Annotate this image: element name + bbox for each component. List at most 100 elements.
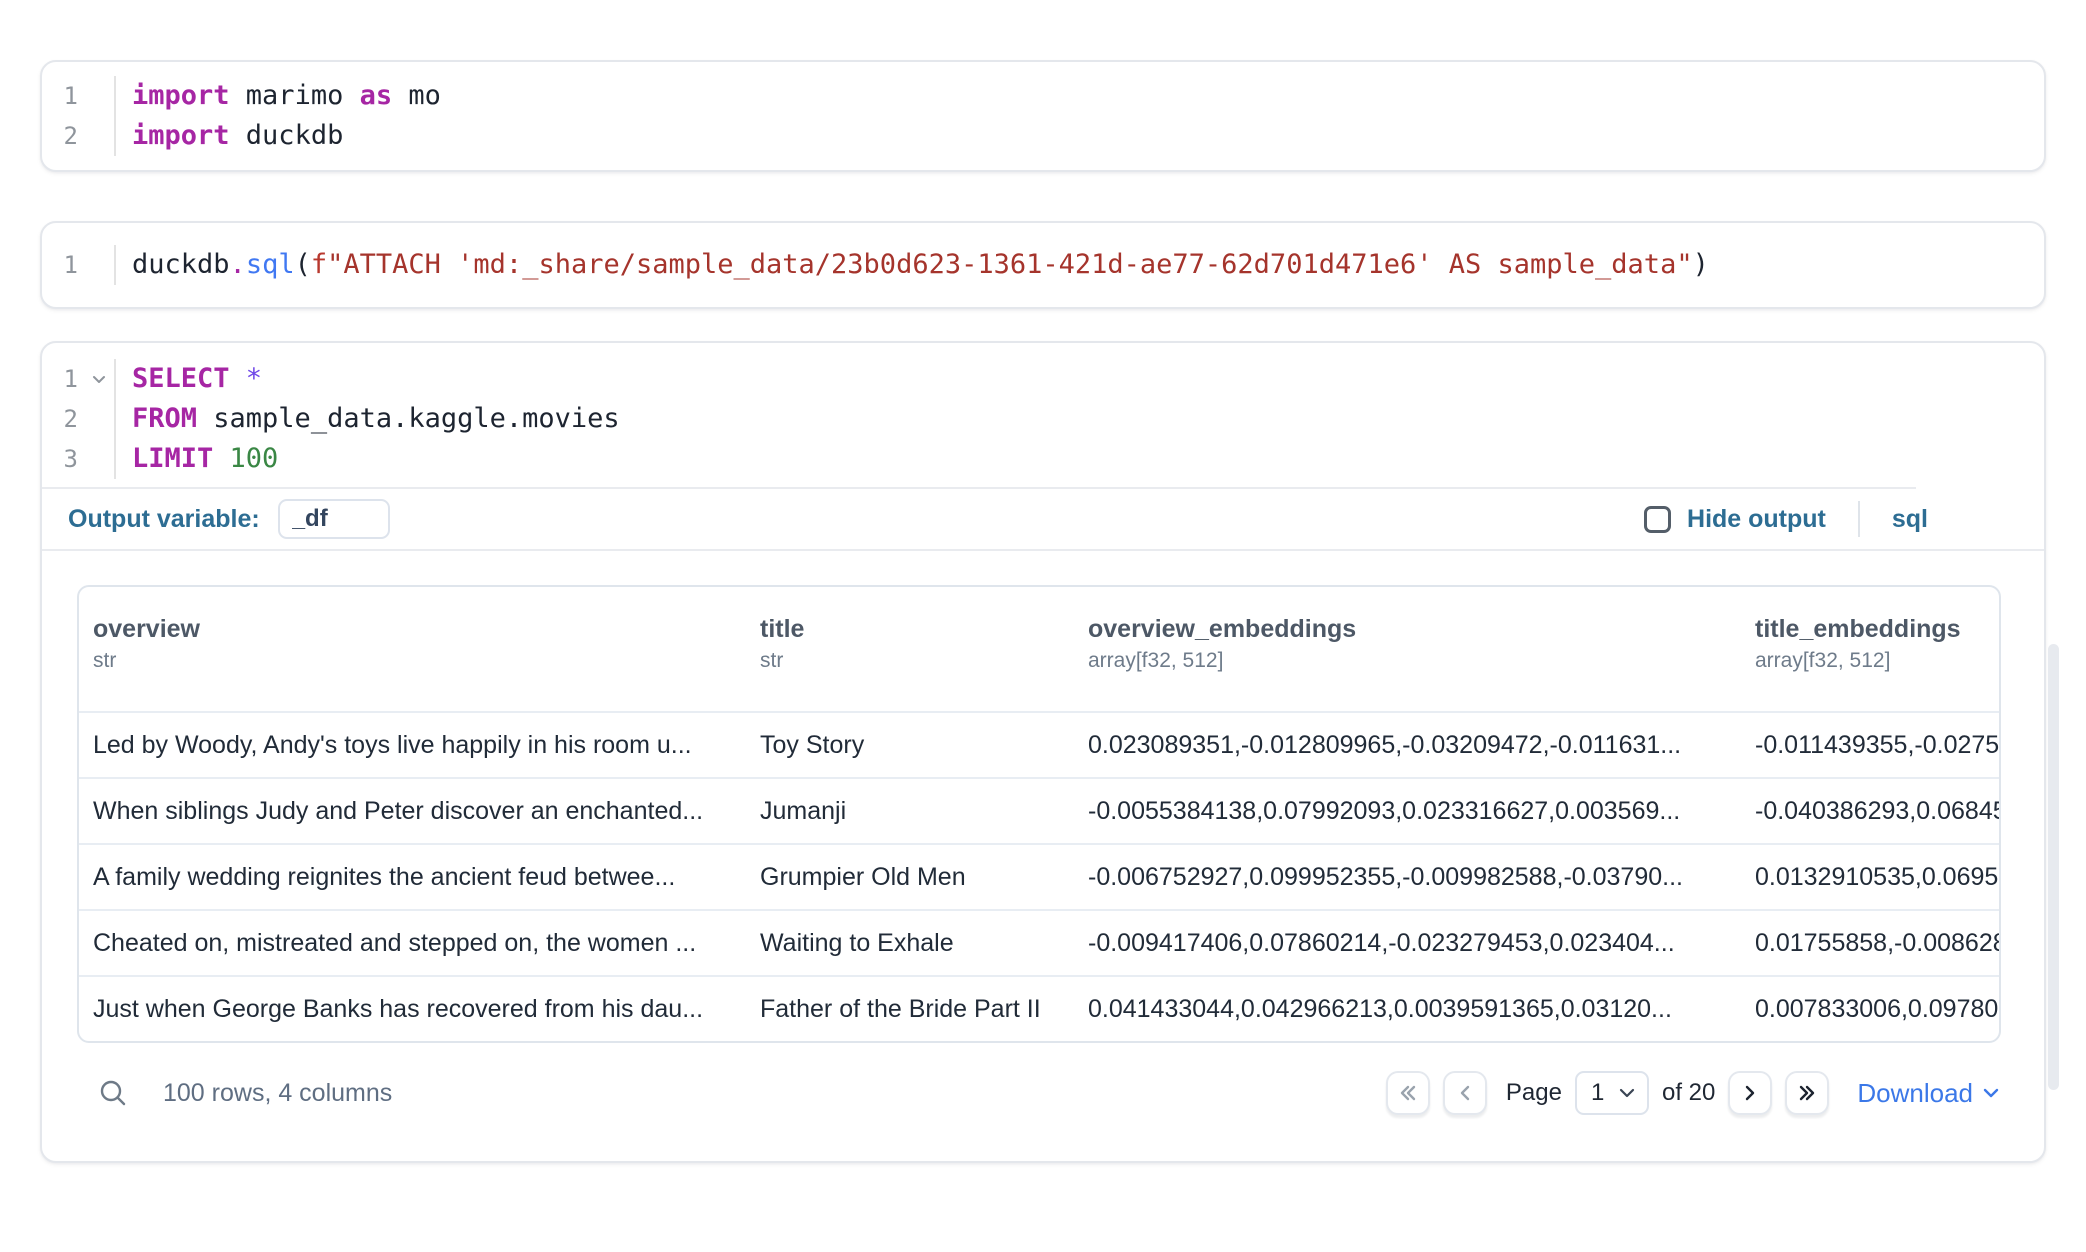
table-row: A family wedding reignites the ancient f… <box>79 843 1999 909</box>
code-line: LIMIT 100 <box>132 439 2044 479</box>
fold-chevron-icon[interactable] <box>90 370 108 388</box>
operator-token: * <box>246 363 262 394</box>
table-row: When siblings Judy and Peter discover an… <box>79 777 1999 843</box>
page-total-label: of 20 <box>1662 1079 1715 1107</box>
cell-overview-embeddings: 0.041433044,0.042966213,0.0039591365,0.0… <box>1074 995 1741 1024</box>
previous-page-button[interactable] <box>1443 1071 1487 1115</box>
table-footer: 100 rows, 4 columns Page 1 of 20 Down <box>77 1071 2001 1115</box>
line-number: 1 <box>64 82 78 110</box>
dataframe-table: overview str title str overview_embeddin… <box>77 585 2001 1043</box>
column-name: title_embeddings <box>1755 613 1999 645</box>
language-label[interactable]: sql <box>1892 505 1928 534</box>
column-header-overview[interactable]: overview str <box>79 613 746 675</box>
fstring-prefix-token: f <box>311 249 327 280</box>
cell-overview: Cheated on, mistreated and stepped on, t… <box>79 929 746 958</box>
code-line: duckdb.sql(f"ATTACH 'md:_share/sample_da… <box>132 245 2044 285</box>
download-label: Download <box>1857 1078 1973 1109</box>
code-area: duckdb.sql(f"ATTACH 'md:_share/sample_da… <box>116 245 2044 285</box>
line-number-gutter: 1 2 3 <box>42 359 116 479</box>
table-row: Cheated on, mistreated and stepped on, t… <box>79 909 1999 975</box>
keyword-token: import <box>132 120 246 151</box>
code-line: import duckdb <box>132 116 2044 156</box>
code-token: sample_data.kaggle.movies <box>213 403 619 434</box>
download-button[interactable]: Download <box>1857 1078 2001 1109</box>
column-header-title-embeddings[interactable]: title_embeddings array[f32, 512] <box>1741 613 1999 675</box>
chevron-down-icon <box>1617 1083 1637 1103</box>
column-header-overview-embeddings[interactable]: overview_embeddings array[f32, 512] <box>1074 613 1741 675</box>
column-dtype: str <box>760 647 1074 675</box>
cell-overview-embeddings: 0.023089351,-0.012809965,-0.03209472,-0.… <box>1074 731 1741 760</box>
code-line: SELECT * <box>132 359 2044 399</box>
output-variable-label: Output variable: <box>68 505 260 534</box>
code-editor[interactable]: 1 2 3 SELECT * FROM sample_data.kaggle.m… <box>42 343 2044 487</box>
cell-title-embeddings: 0.007833006,0.097801 <box>1741 995 1999 1024</box>
cell-title-embeddings: 0.0132910535,0.06958 <box>1741 863 1999 892</box>
column-dtype: array[f32, 512] <box>1088 647 1741 675</box>
sql-cell: 1 2 3 SELECT * FROM sample_data.kaggle.m… <box>40 341 2046 1163</box>
code-area: SELECT * FROM sample_data.kaggle.movies … <box>116 359 2044 479</box>
cell-title: Waiting to Exhale <box>746 929 1074 958</box>
cell-overview: When siblings Judy and Peter discover an… <box>79 797 746 826</box>
keyword-token: import <box>132 80 246 111</box>
function-token: sql <box>246 249 295 280</box>
string-token: "ATTACH 'md:_share/sample_data/23b0d623-… <box>327 249 1692 280</box>
code-editor[interactable]: 1 2 import marimo as mo import duckdb <box>42 76 2044 156</box>
code-token: ) <box>1693 249 1709 280</box>
page-select[interactable]: 1 <box>1575 1071 1649 1115</box>
cell-title: Toy Story <box>746 731 1074 760</box>
line-number-gutter: 1 2 <box>42 76 116 156</box>
line-number: 1 <box>64 365 78 393</box>
column-dtype: str <box>93 647 746 675</box>
cell-overview: Led by Woody, Andy's toys live happily i… <box>79 731 746 760</box>
cell-title-embeddings: -0.011439355,-0.02752 <box>1741 731 1999 760</box>
keyword-token: FROM <box>132 403 213 434</box>
hide-output-label[interactable]: Hide output <box>1687 505 1826 534</box>
cell-overview: A family wedding reignites the ancient f… <box>79 863 746 892</box>
search-icon[interactable] <box>97 1077 129 1109</box>
code-token: ( <box>295 249 311 280</box>
code-token: . <box>230 249 246 280</box>
sql-cell-toolbar: Output variable: Hide output sql <box>42 489 2044 549</box>
code-line: import marimo as mo <box>132 76 2044 116</box>
code-cell-attach: 1 duckdb.sql(f"ATTACH 'md:_share/sample_… <box>40 221 2046 309</box>
code-editor[interactable]: 1 duckdb.sql(f"ATTACH 'md:_share/sample_… <box>42 245 2044 285</box>
cell-overview-embeddings: -0.006752927,0.099952355,-0.009982588,-0… <box>1074 863 1741 892</box>
line-number: 2 <box>64 122 78 150</box>
cell-title-embeddings: -0.040386293,0.06845 <box>1741 797 1999 826</box>
keyword-token: SELECT <box>132 363 246 394</box>
keyword-token: as <box>360 80 409 111</box>
chevron-down-icon <box>1981 1083 2001 1103</box>
toolbar-divider <box>1858 501 1860 537</box>
cell-overview: Just when George Banks has recovered fro… <box>79 995 746 1024</box>
last-page-button[interactable] <box>1785 1071 1829 1115</box>
column-name: overview_embeddings <box>1088 613 1741 645</box>
column-dtype: array[f32, 512] <box>1755 647 1999 675</box>
code-token: mo <box>408 80 441 111</box>
line-number: 1 <box>64 251 78 279</box>
first-page-button[interactable] <box>1386 1071 1430 1115</box>
page-label: Page <box>1506 1079 1562 1107</box>
line-number-gutter: 1 <box>42 245 116 285</box>
output-variable-input[interactable] <box>278 499 390 539</box>
output-scrollbar[interactable] <box>2048 644 2059 1090</box>
output-area: overview str title str overview_embeddin… <box>42 551 2044 1043</box>
cell-title: Grumpier Old Men <box>746 863 1074 892</box>
table-header-row: overview str title str overview_embeddin… <box>79 587 1999 711</box>
line-number: 3 <box>64 445 78 473</box>
hide-output-checkbox[interactable] <box>1644 506 1671 533</box>
line-number: 2 <box>64 405 78 433</box>
pagination: Page 1 of 20 <box>1386 1071 1829 1115</box>
row-summary: 100 rows, 4 columns <box>163 1079 392 1108</box>
code-token: marimo <box>246 80 360 111</box>
next-page-button[interactable] <box>1728 1071 1772 1115</box>
column-name: overview <box>93 613 746 645</box>
code-line: FROM sample_data.kaggle.movies <box>132 399 2044 439</box>
table-row: Just when George Banks has recovered fro… <box>79 975 1999 1041</box>
table-row: Led by Woody, Andy's toys live happily i… <box>79 711 1999 777</box>
cell-title-embeddings: 0.01755858,-0.0086286 <box>1741 929 1999 958</box>
number-token: 100 <box>230 443 279 474</box>
cell-overview-embeddings: -0.009417406,0.07860214,-0.023279453,0.0… <box>1074 929 1741 958</box>
page-select-value: 1 <box>1591 1079 1604 1107</box>
code-cell-imports: 1 2 import marimo as mo import duckdb <box>40 60 2046 172</box>
column-header-title[interactable]: title str <box>746 613 1074 675</box>
